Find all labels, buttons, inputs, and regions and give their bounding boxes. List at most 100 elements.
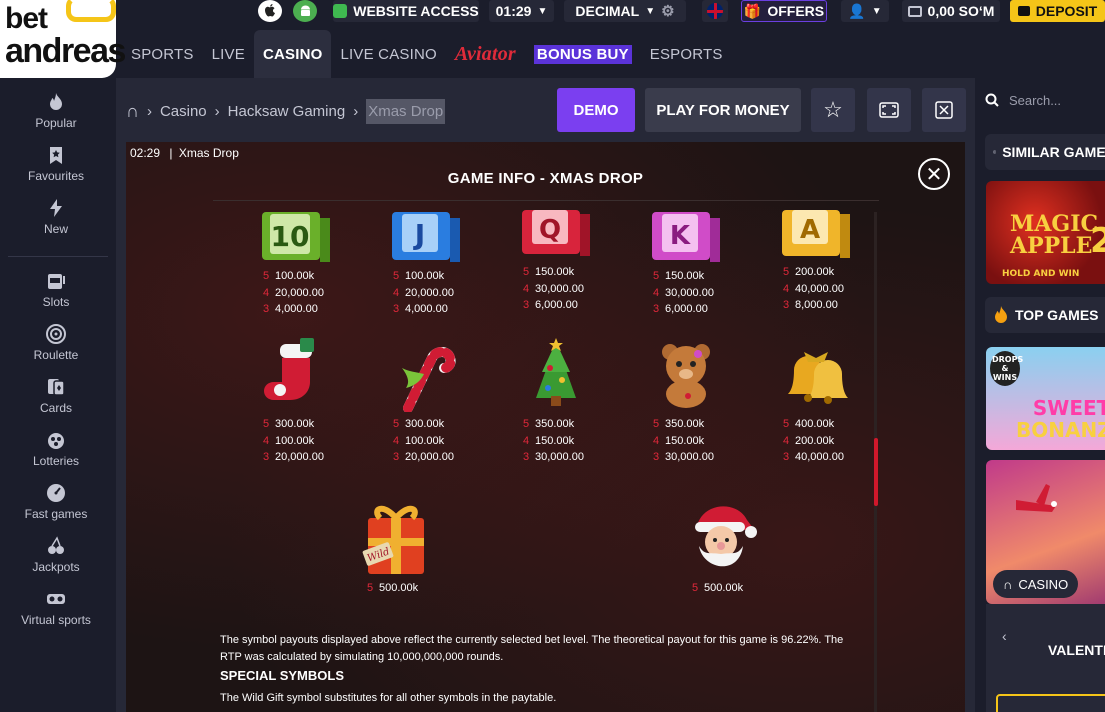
- chevron-down-icon: ▼: [645, 5, 656, 17]
- close-game-button[interactable]: [922, 88, 966, 132]
- play-for-money-button[interactable]: PLAY FOR MONEY: [645, 88, 801, 132]
- sidebar-item-label: Fast games: [24, 507, 88, 521]
- wallet-icon: [1017, 6, 1030, 16]
- sidebar-item-fast-games[interactable]: Fast games: [0, 483, 112, 521]
- sidebar-item-lotteries[interactable]: Lotteries: [0, 430, 112, 468]
- balance-display[interactable]: 0,00 SOʻM: [902, 0, 1000, 22]
- payout-list: 5 500.00k: [666, 580, 776, 597]
- search-input[interactable]: Search...: [1009, 93, 1061, 108]
- favourite-button[interactable]: ☆: [811, 88, 855, 132]
- rtp-description: The symbol payouts displayed above refle…: [220, 634, 844, 663]
- left-sidebar: Popular Favourites New Slots Roulette Ca…: [0, 78, 116, 712]
- nav-bonus-buy[interactable]: BONUS BUY: [525, 30, 641, 78]
- casino-tag[interactable]: ∩ CASINO: [993, 570, 1079, 598]
- sidebar-item-favourites[interactable]: Favourites: [0, 145, 112, 183]
- breadcrumb-casino[interactable]: Casino: [160, 103, 207, 120]
- sidebar-item-cards[interactable]: Cards: [0, 377, 112, 415]
- sidebar-item-label: Slots: [42, 295, 70, 309]
- sidebar-item-jackpots[interactable]: Jackpots: [0, 536, 112, 574]
- chevron-down-icon: ▼: [537, 5, 548, 17]
- payout-list: 5 300.00k 4 100.00k 3 20,000.00: [241, 416, 351, 466]
- payout-row-3: 3 30,000.00: [653, 451, 714, 463]
- nav-live-casino[interactable]: LIVE CASINO: [331, 30, 445, 78]
- payout-list: 5 400.00k 4 200.00k 3 40,000.00: [761, 416, 871, 466]
- thumb-subtitle: HOLD AND WIN: [1002, 269, 1080, 279]
- search-bar[interactable]: Search...: [985, 90, 1061, 110]
- payout-row-4: 4 20,000.00: [393, 286, 454, 299]
- paytable-symbol-bells: 5 400.00k 4 200.00k 3 40,000.00: [761, 338, 871, 466]
- game-thumb-magic-apple[interactable]: MAGIC APPLE 2 HOLD AND WIN: [986, 181, 1105, 284]
- sidebar-item-slots[interactable]: Slots: [0, 271, 112, 309]
- chevron-right-icon: ›: [214, 102, 220, 120]
- sidebar-item-new[interactable]: New: [0, 198, 112, 236]
- sidebar-item-label: Jackpots: [32, 560, 80, 574]
- offers-button[interactable]: 🎁 OFFERS: [741, 0, 827, 22]
- teddy-bear-icon: [662, 344, 710, 408]
- sidebar-item-label: Virtual sports: [21, 613, 91, 627]
- nav-aviator[interactable]: Aviator: [446, 30, 525, 78]
- deposit-button[interactable]: DEPOSIT: [1010, 0, 1105, 22]
- lottery-icon: [48, 433, 64, 449]
- speedometer-icon: [47, 484, 65, 502]
- sidebar-item-label: New: [43, 222, 68, 236]
- apple-icon[interactable]: [258, 0, 282, 22]
- fullscreen-button[interactable]: [867, 88, 911, 132]
- payout-list: 5 100.00k 4 20,000.00 3 4,000.00: [371, 268, 481, 318]
- similar-games-header[interactable]: SIMILAR GAMES: [985, 134, 1105, 170]
- payout-row-3: 3 6,000.00: [653, 303, 708, 315]
- payout-list: 5 350.00k 4 150.00k 3 30,000.00: [501, 416, 611, 466]
- paytable-symbol-wild-gift: Wild 5 500.00k: [341, 496, 451, 597]
- game-thumb-sweet-bonanza[interactable]: DROPS & WINS SWEET BONANZA: [986, 347, 1105, 450]
- promo-button[interactable]: [996, 694, 1105, 712]
- horseshoe-icon: ∩: [1003, 576, 1013, 592]
- breadcrumb: ∩ › Casino › Hacksaw Gaming › Xmas Drop: [126, 96, 446, 126]
- breadcrumb-game: Xmas Drop: [366, 98, 446, 124]
- cards-icon: [48, 379, 65, 396]
- chevron-right-icon: ›: [146, 102, 152, 120]
- paytable-symbol-j: J 5 100.00k 4 20,000.00 3 4,000.00: [371, 212, 481, 318]
- payout-list: 5 500.00k: [341, 580, 451, 597]
- horseshoe-icon[interactable]: ∩: [126, 101, 139, 122]
- language-flag-button[interactable]: [702, 0, 728, 22]
- thumb-title-line1: SWEET: [1032, 396, 1105, 420]
- block-a-icon: A: [782, 210, 850, 258]
- scrollbar-thumb[interactable]: [874, 438, 878, 506]
- uk-flag-icon: [707, 3, 723, 19]
- sidebar-item-popular[interactable]: Popular: [0, 92, 112, 130]
- gear-icon[interactable]: ⚙: [661, 2, 674, 20]
- website-access-button[interactable]: WEBSITE ACCESS: [333, 0, 479, 22]
- game-iframe[interactable]: 02:29 | Xmas Drop GAME INFO - XMAS DROP …: [126, 142, 965, 712]
- nav-casino[interactable]: CASINO: [253, 30, 332, 78]
- payout-row-3: 3 40,000.00: [783, 451, 844, 463]
- paytable-symbol-10: 10 5 100.00k 4 20,000.00 3 4,000.00: [241, 212, 351, 318]
- android-icon[interactable]: [293, 0, 317, 22]
- airplane-icon: [1016, 484, 1057, 512]
- star-icon: ☆: [823, 97, 843, 122]
- sidebar-item-roulette[interactable]: Roulette: [0, 324, 112, 362]
- nav-sports[interactable]: SPORTS: [116, 30, 203, 78]
- wild-gift-icon: Wild: [362, 505, 424, 574]
- payout-row-5: 5 500.00k: [367, 582, 419, 594]
- odds-format-dropdown[interactable]: DECIMAL ▼ ⚙: [564, 0, 686, 22]
- promo-title: VALENTI: [1048, 642, 1105, 658]
- fire-icon: [995, 306, 1007, 323]
- clock-dropdown[interactable]: 01:29 ▼: [489, 0, 554, 22]
- block-10-icon: 10: [262, 212, 330, 262]
- payout-row-4: 4 200.00k: [783, 434, 835, 447]
- user-menu-button[interactable]: 👤 ▼: [841, 0, 889, 22]
- breadcrumb-provider[interactable]: Hacksaw Gaming: [228, 103, 346, 120]
- close-info-button[interactable]: ✕: [918, 158, 950, 190]
- logo-text-bottom: andreas: [5, 32, 126, 70]
- nav-esports[interactable]: ESPORTS: [641, 30, 732, 78]
- nav-live[interactable]: LIVE: [203, 30, 254, 78]
- chevron-left-icon[interactable]: ‹: [1002, 628, 1007, 644]
- stocking-icon: [264, 338, 314, 400]
- sidebar-item-virtual-sports[interactable]: Virtual sports: [0, 589, 112, 627]
- user-icon: 👤: [848, 2, 866, 19]
- promo-card[interactable]: ‹ VALENTI: [986, 604, 1105, 712]
- brand-logo[interactable]: bet andreas: [0, 0, 126, 78]
- top-games-header[interactable]: TOP GAMES: [985, 297, 1105, 333]
- payout-list: 5 150.00k 4 30,000.00 3 6,000.00: [501, 264, 611, 314]
- payout-list: 5 300.00k 4 100.00k 3 20,000.00: [371, 416, 481, 466]
- demo-button[interactable]: DEMO: [557, 88, 635, 132]
